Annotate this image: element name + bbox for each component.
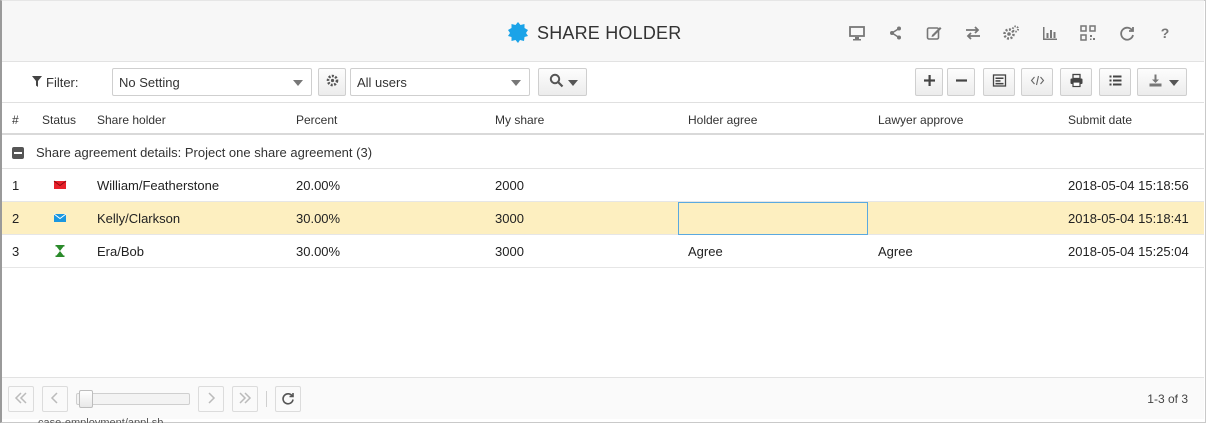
hourglass-icon: [52, 244, 68, 258]
share-holder-window: SHARE HOLDER ? Filter: No Setting All us…: [2, 0, 1204, 419]
users-select[interactable]: All users: [350, 68, 530, 96]
share-holder-cell: Kelly/Clarkson: [97, 211, 181, 226]
share-holder-cell: Era/Bob: [97, 244, 144, 259]
form-icon: [992, 73, 1007, 91]
remove-row-button[interactable]: [947, 68, 975, 96]
add-row-button[interactable]: [915, 68, 943, 96]
printer-icon: [1069, 73, 1084, 91]
my-share-cell: 3000: [495, 211, 524, 226]
gear-icon: [325, 73, 340, 91]
chevron-down-icon: [511, 80, 521, 86]
page-title-text: SHARE HOLDER: [537, 22, 682, 43]
column-header-share-holder[interactable]: Share holder: [97, 113, 166, 127]
table-row[interactable]: 2 Kelly/Clarkson 30.00% 3000 2018-05-04 …: [2, 202, 1204, 235]
print-button[interactable]: [1060, 68, 1092, 96]
settings-icon[interactable]: [992, 23, 1031, 43]
percent-cell: 30.00%: [296, 244, 341, 259]
column-header-number[interactable]: #: [12, 113, 19, 127]
chevron-right-icon: [204, 391, 218, 408]
next-page-button[interactable]: [198, 386, 224, 412]
double-chevron-left-icon: [14, 391, 28, 408]
holder-agree-edit-cell[interactable]: [678, 202, 868, 235]
table-row[interactable]: 3 Era/Bob 30.00% 3000 Agree Agree 2018-0…: [2, 235, 1204, 268]
code-view-button[interactable]: [1021, 68, 1053, 96]
prev-page-button[interactable]: [42, 386, 68, 412]
column-header-my-share[interactable]: My share: [495, 113, 544, 127]
my-share-cell: 2000: [495, 178, 524, 193]
percent-cell: 30.00%: [296, 211, 341, 226]
last-page-button[interactable]: [232, 386, 258, 412]
form-view-button[interactable]: [983, 68, 1015, 96]
refresh-icon[interactable]: [1108, 23, 1147, 43]
column-header-status[interactable]: Status: [42, 113, 76, 127]
first-page-button[interactable]: [8, 386, 34, 412]
filter-label-text: Filter:: [46, 75, 79, 90]
collapse-icon[interactable]: [12, 147, 24, 159]
plus-icon: [922, 73, 937, 91]
gear-badge-icon: [507, 21, 529, 46]
code-icon: [1030, 73, 1045, 91]
column-header-percent[interactable]: Percent: [296, 113, 337, 127]
help-icon[interactable]: ?: [1146, 23, 1185, 43]
search-button[interactable]: [538, 68, 587, 96]
filter-settings-button[interactable]: [318, 68, 346, 96]
filter-label: Filter:: [32, 75, 79, 90]
reload-button[interactable]: [275, 386, 301, 412]
filter-setting-value: No Setting: [119, 74, 180, 90]
row-number: 3: [12, 244, 20, 259]
group-label: Share agreement details: Project one sha…: [36, 145, 373, 160]
qr-code-icon[interactable]: [1069, 23, 1108, 43]
page-slider[interactable]: [76, 390, 190, 408]
chevron-down-icon: [1169, 80, 1179, 86]
envelope-blue-icon: [52, 211, 68, 225]
pager-bar: 1-3 of 3: [2, 377, 1204, 419]
row-number: 2: [12, 211, 20, 226]
share-holder-cell: William/Featherstone: [97, 178, 220, 193]
swap-icon[interactable]: [954, 23, 993, 43]
svg-text:?: ?: [1161, 25, 1170, 41]
slider-handle[interactable]: [79, 390, 93, 408]
column-header-holder-agree[interactable]: Holder agree: [688, 113, 757, 127]
header-bar: SHARE HOLDER ?: [2, 0, 1204, 62]
chevron-down-icon: [293, 80, 303, 86]
toolbar: Filter: No Setting All users: [2, 62, 1204, 102]
row-number: 1: [12, 178, 20, 193]
list-icon: [1108, 73, 1123, 91]
chevron-left-icon: [48, 391, 62, 408]
pager-info: 1-3 of 3: [1147, 392, 1188, 406]
envelope-closed-icon: [52, 178, 68, 192]
percent-cell: 20.00%: [296, 178, 341, 193]
chevron-down-icon: [568, 80, 578, 86]
minus-icon: [954, 73, 969, 91]
edit-icon[interactable]: [915, 23, 954, 43]
header-actions: ?: [838, 23, 1185, 43]
users-select-value: All users: [357, 74, 407, 90]
monitor-icon[interactable]: [838, 23, 877, 43]
search-icon: [549, 73, 564, 91]
submit-date-cell: 2018-05-04 15:18:41: [1068, 211, 1189, 226]
pager-divider: [266, 391, 267, 407]
funnel-icon: [32, 75, 42, 90]
filter-setting-select[interactable]: No Setting: [112, 68, 312, 96]
refresh-icon: [281, 391, 295, 408]
group-row: Share agreement details: Project one sha…: [2, 135, 1204, 169]
submit-date-cell: 2018-05-04 15:25:04: [1068, 244, 1189, 259]
submit-date-cell: 2018-05-04 15:18:56: [1068, 178, 1189, 193]
share-icon[interactable]: [877, 23, 916, 43]
download-icon: [1148, 73, 1163, 91]
list-view-button[interactable]: [1099, 68, 1131, 96]
double-chevron-right-icon: [238, 391, 252, 408]
lawyer-approve-cell[interactable]: Agree: [878, 244, 913, 259]
page-title: SHARE HOLDER: [507, 21, 681, 45]
column-header-lawyer-approve[interactable]: Lawyer approve: [878, 113, 963, 127]
table-row[interactable]: 1 William/Featherstone 20.00% 2000 2018-…: [2, 169, 1204, 202]
holder-agree-cell[interactable]: Agree: [688, 244, 723, 259]
column-header-submit-date[interactable]: Submit date: [1068, 113, 1132, 127]
export-button[interactable]: [1137, 68, 1187, 96]
background-text: case-employment/appl.sb: [38, 417, 164, 423]
my-share-cell: 3000: [495, 244, 524, 259]
table-header: # Status Share holder Percent My share H…: [2, 102, 1204, 135]
bar-chart-icon[interactable]: [1031, 23, 1070, 43]
